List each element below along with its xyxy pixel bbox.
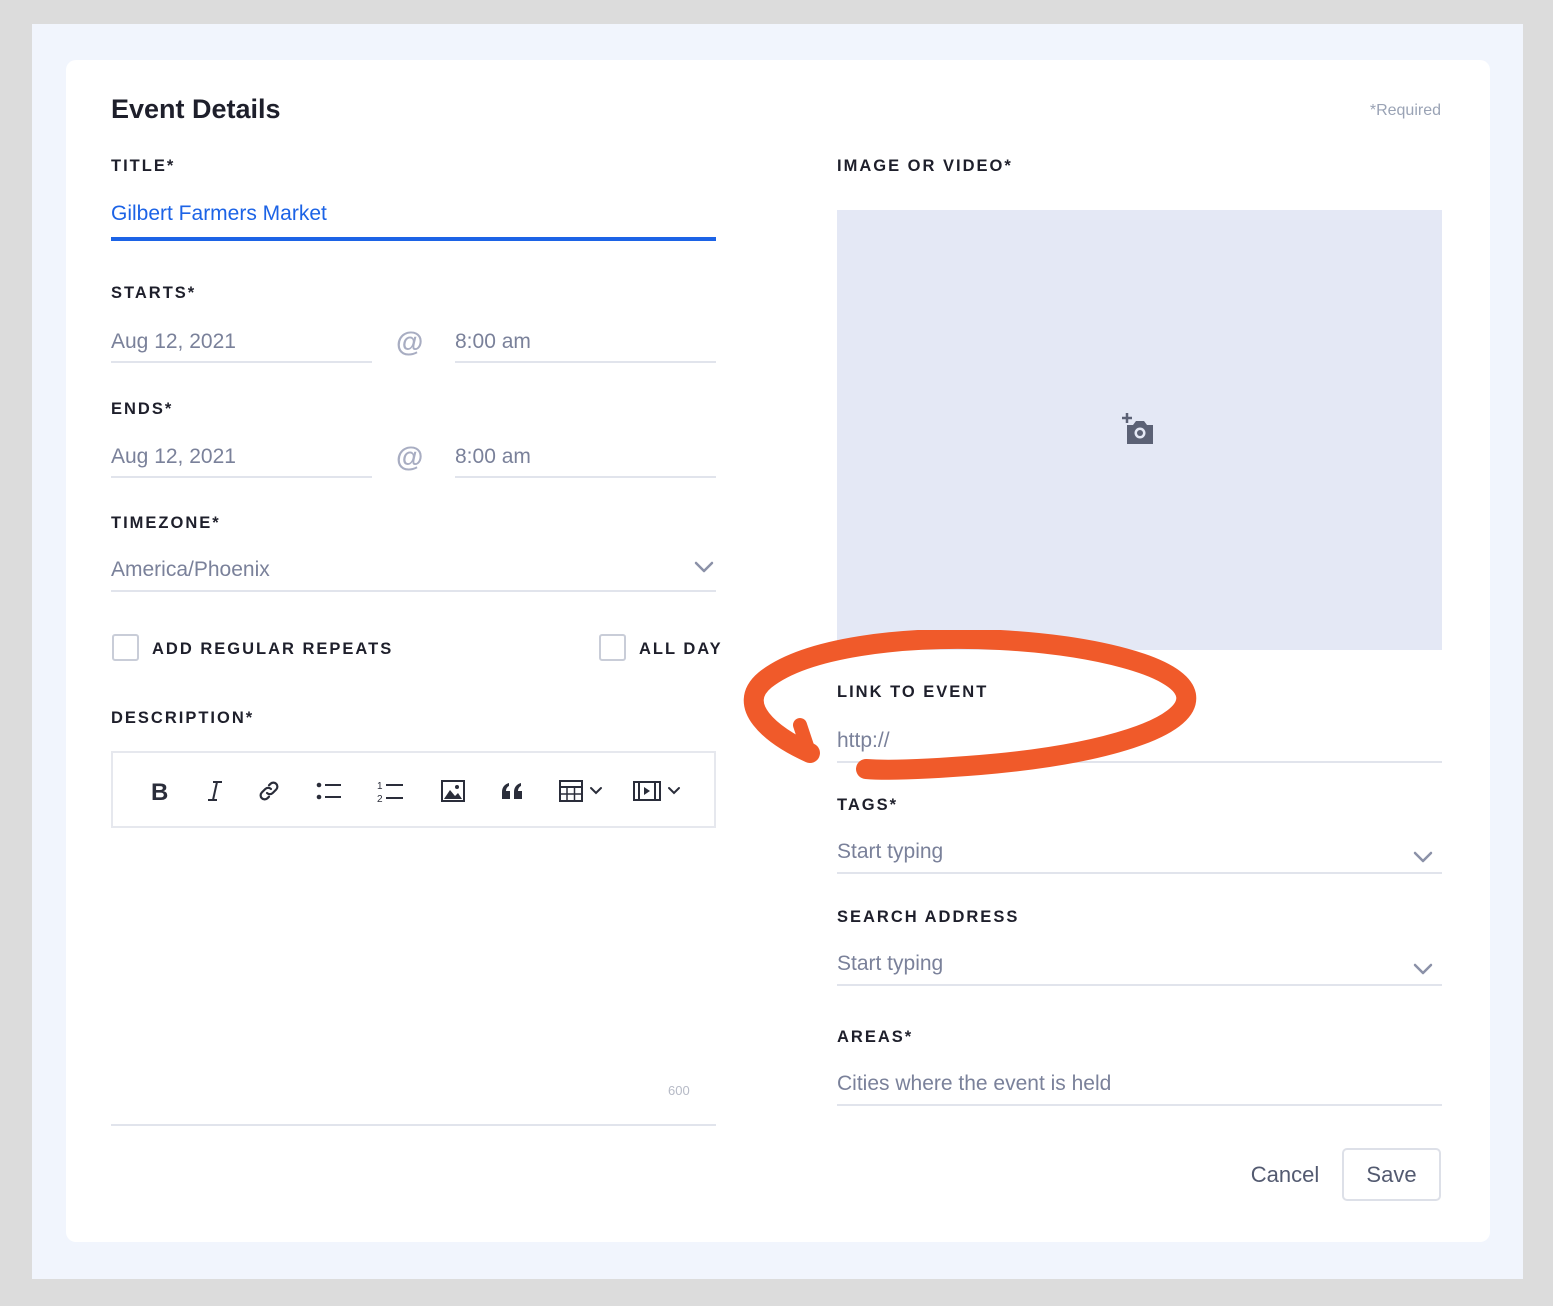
address-label: SEARCH ADDRESS bbox=[837, 908, 1020, 926]
start-date-input[interactable]: Aug 12, 2021 bbox=[111, 330, 236, 354]
all-day-label: ALL DAY bbox=[639, 640, 723, 658]
address-underline bbox=[837, 984, 1442, 986]
chevron-down-icon[interactable] bbox=[1412, 850, 1434, 864]
timezone-label: TIMEZONE* bbox=[111, 514, 221, 532]
start-time-input[interactable]: 8:00 am bbox=[455, 330, 531, 354]
character-counter: 600 bbox=[668, 1083, 690, 1098]
numbered-list-icon[interactable]: 12 bbox=[376, 777, 404, 805]
title-label: TITLE* bbox=[111, 157, 176, 175]
svg-text:2: 2 bbox=[377, 794, 383, 803]
add-photo-icon[interactable] bbox=[1120, 412, 1156, 446]
address-input[interactable]: Start typing bbox=[837, 952, 943, 976]
highlight-annotation bbox=[743, 630, 1197, 780]
areas-underline bbox=[837, 1104, 1442, 1106]
starts-label: STARTS* bbox=[111, 284, 197, 302]
repeats-checkbox[interactable] bbox=[112, 634, 139, 661]
repeats-label: ADD REGULAR REPEATS bbox=[152, 640, 394, 658]
title-input-underline bbox=[111, 237, 716, 241]
start-at-symbol: @ bbox=[396, 326, 424, 357]
page-title: Event Details bbox=[111, 94, 281, 124]
svg-text:1: 1 bbox=[377, 781, 383, 792]
end-date-underline bbox=[111, 476, 372, 478]
link-icon[interactable] bbox=[257, 777, 281, 805]
timezone-underline bbox=[111, 590, 716, 592]
end-at-symbol: @ bbox=[396, 441, 424, 472]
quote-icon[interactable] bbox=[500, 777, 524, 805]
required-note: *Required bbox=[1369, 102, 1441, 119]
rich-text-toolbar: B 12 bbox=[111, 751, 716, 828]
image-icon[interactable] bbox=[441, 777, 465, 805]
description-editor[interactable] bbox=[111, 828, 716, 1124]
media-upload-area[interactable] bbox=[837, 210, 1442, 650]
bullet-list-icon[interactable] bbox=[316, 777, 342, 805]
media-label: IMAGE OR VIDEO* bbox=[837, 157, 1013, 175]
chevron-down-icon[interactable] bbox=[1412, 962, 1434, 976]
tags-input[interactable]: Start typing bbox=[837, 840, 943, 864]
svg-text:B: B bbox=[151, 779, 168, 803]
chevron-down-icon[interactable] bbox=[693, 560, 715, 574]
description-label: DESCRIPTION* bbox=[111, 709, 255, 727]
tags-label: TAGS* bbox=[837, 796, 899, 814]
cancel-button[interactable]: Cancel bbox=[1238, 1153, 1332, 1197]
save-button[interactable]: Save bbox=[1342, 1148, 1441, 1201]
end-time-input[interactable]: 8:00 am bbox=[455, 445, 531, 469]
start-time-underline bbox=[455, 361, 716, 363]
bold-icon[interactable]: B bbox=[150, 777, 172, 805]
start-date-underline bbox=[111, 361, 372, 363]
end-time-underline bbox=[455, 476, 716, 478]
areas-input[interactable]: Cities where the event is held bbox=[837, 1072, 1111, 1096]
areas-label: AREAS* bbox=[837, 1028, 914, 1046]
end-date-input[interactable]: Aug 12, 2021 bbox=[111, 445, 236, 469]
timezone-select[interactable]: America/Phoenix bbox=[111, 558, 270, 582]
table-icon[interactable] bbox=[559, 777, 607, 805]
title-input[interactable]: Gilbert Farmers Market bbox=[111, 202, 327, 226]
video-icon[interactable] bbox=[633, 777, 683, 805]
tags-underline bbox=[837, 872, 1442, 874]
all-day-checkbox[interactable] bbox=[599, 634, 626, 661]
description-underline bbox=[111, 1124, 716, 1126]
ends-label: ENDS* bbox=[111, 400, 174, 418]
italic-icon[interactable] bbox=[205, 777, 225, 805]
